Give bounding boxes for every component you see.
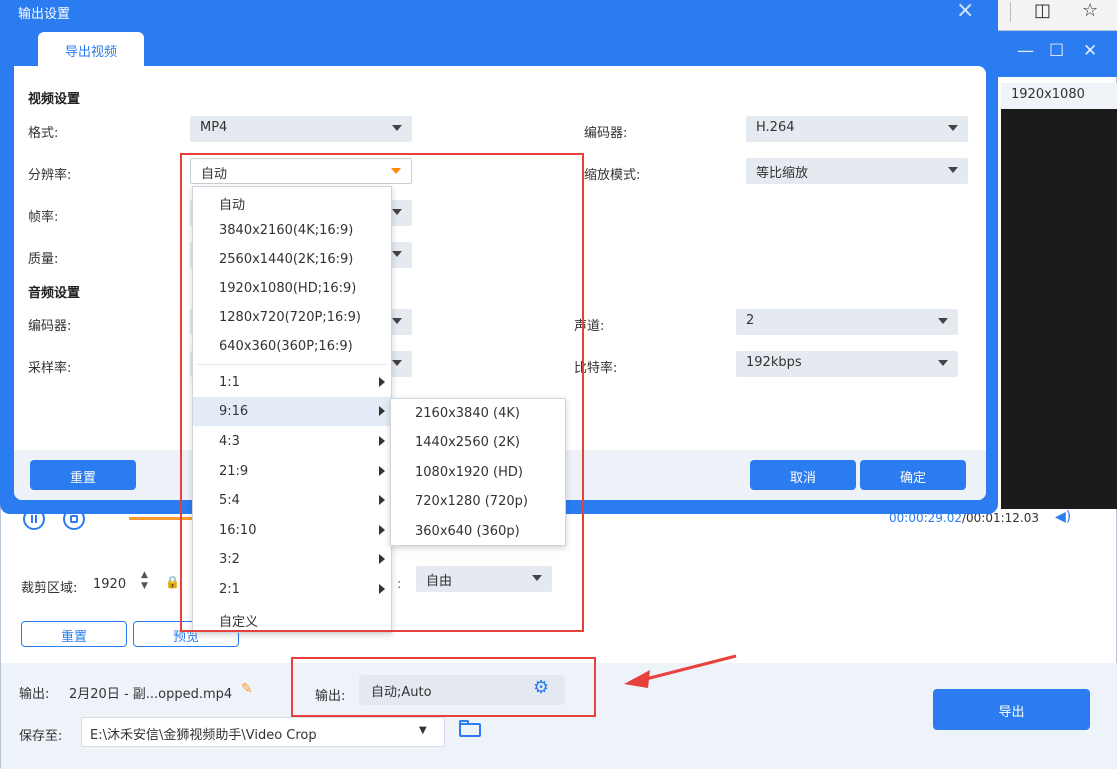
pause-icon [31,515,37,523]
close-icon[interactable]: ✕ [1083,41,1097,61]
video-settings-title: 视频设置 [28,92,81,107]
edit-icon[interactable]: ✎ [241,681,253,697]
annotation-arrow [624,654,737,688]
annotation-highlight-box [291,657,596,717]
encoder-label: 编码器: [584,126,628,141]
browser-toolbar: ◫ ☆ [990,0,1117,30]
dialog-title: 输出设置 [18,7,71,22]
sample-rate-label: 采样率: [28,361,72,376]
channel-value: 2 [746,313,755,328]
preview-resolution-label: 1920x1080 [1001,83,1117,109]
resolution-label: 分辨率: [28,168,72,183]
bitrate-value: 192kbps [746,355,802,370]
output-filename: 2月20日 - 副...opped.mp4 [69,687,233,702]
video-preview [1001,109,1117,509]
crop-area-label: 裁剪区域: [21,581,78,596]
format-select[interactable]: MP4 [190,116,412,142]
chevron-down-icon [938,360,948,366]
folder-icon[interactable] [457,717,483,739]
volume-icon[interactable]: ◀) [1055,509,1071,525]
dialog-reset-button[interactable]: 重置 [30,460,136,490]
crop-width-input[interactable]: 1920 [91,574,131,598]
export-button[interactable]: 导出 [933,689,1090,730]
encoder-select[interactable]: H.264 [746,116,968,142]
audio-settings-title: 音频设置 [28,286,81,301]
channel-select[interactable]: 2 [736,309,958,335]
output-label: 输出: [19,687,50,702]
cancel-button[interactable]: 取消 [750,460,856,490]
crop-width-stepper[interactable]: ▲ ▼ [141,570,148,592]
chevron-down-icon [948,167,958,173]
encoder-value: H.264 [756,120,795,135]
format-label: 格式: [28,126,59,141]
crop-reset-button[interactable]: 重置 [21,621,127,647]
stop-icon [70,515,78,523]
scale-mode-select[interactable]: 等比缩放 [746,158,968,184]
chevron-down-icon[interactable]: ▼ [419,725,427,736]
annotation-highlight-box [180,153,584,632]
save-path-field[interactable]: E:\沐禾安信\金狮视频助手\Video Crop [81,717,445,747]
maximize-icon[interactable]: ☐ [1049,41,1064,61]
favorites-icon[interactable]: ☆ [1082,0,1098,21]
ok-button[interactable]: 确定 [860,460,966,490]
frame-rate-label: 帧率: [28,210,59,225]
split-view-icon[interactable]: ◫ [1034,0,1051,21]
chevron-down-icon [938,318,948,324]
close-icon[interactable]: × [956,0,974,23]
quality-label: 质量: [28,252,59,267]
scale-mode-value: 等比缩放 [756,166,809,181]
scale-mode-label: 缩放模式: [584,168,641,183]
save-to-label: 保存至: [19,729,63,744]
tab-export-video[interactable]: 导出视频 [38,32,144,66]
audio-encoder-label: 编码器: [28,319,72,334]
chevron-down-icon [948,125,958,131]
chevron-down-icon [392,125,402,131]
bitrate-select[interactable]: 192kbps [736,351,958,377]
format-value: MP4 [200,120,228,135]
minimize-icon[interactable]: — [1017,41,1034,61]
lock-icon[interactable]: 🔒 [165,575,180,589]
